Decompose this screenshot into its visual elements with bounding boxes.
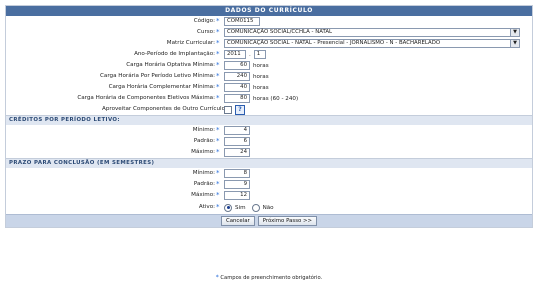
required-star-icon: * <box>216 17 220 25</box>
row-aproveitar: Aproveitar Componentes de Outro Currícul… <box>6 104 532 115</box>
unit-label: horas (60 - 240) <box>253 95 299 102</box>
row-ch-eletivos: Carga Horária de Componentes Eletivos Má… <box>6 93 532 104</box>
prazo-maximo-input[interactable]: 12 <box>224 191 250 200</box>
section-creditos-title: Créditos Por Período Letivo: <box>9 117 120 123</box>
row-ch-periodo: Carga Horária Por Período Letivo Mínima:… <box>6 71 532 82</box>
chevron-down-icon[interactable]: ▼ <box>510 29 519 36</box>
label-ch-complementar: Carga Horária Complementar Mínima: <box>108 84 215 90</box>
row-creditos-maximo: Máximo: * 24 <box>6 147 532 158</box>
row-matriz: Matriz Curricular: * COMUNICAÇÃO SOCIAL … <box>6 38 532 49</box>
label-matriz: Matriz Curricular: <box>166 40 215 46</box>
row-ch-optativa: Carga Horária Optativa Mínima: * 60 horas <box>6 60 532 71</box>
label-ch-eletivos: Carga Horária de Componentes Eletivos Má… <box>77 95 215 101</box>
section-prazo-title: Prazo Para Conclusão (em semestres) <box>9 160 155 166</box>
codigo-input[interactable]: COM0115 <box>224 17 260 26</box>
unit-label: horas <box>253 73 269 80</box>
required-star-icon: * <box>216 180 220 188</box>
row-codigo: Código: * COM0115 <box>6 16 532 27</box>
next-step-button[interactable]: Próximo Passo >> <box>257 216 318 226</box>
required-note-text: Campos de preenchimento obrigatório. <box>220 275 323 281</box>
help-icon[interactable]: ? <box>235 104 245 115</box>
required-star-icon: * <box>216 126 220 134</box>
matriz-value: COMUNICAÇÃO SOCIAL - NATAL - Presencial … <box>227 40 441 46</box>
ch-eletivos-input[interactable]: 80 <box>224 94 250 103</box>
ativo-nao-label: Não <box>262 204 274 211</box>
row-ativo: Ativo: * Sim Não <box>6 201 532 214</box>
ch-complementar-input[interactable]: 40 <box>224 83 250 92</box>
prazo-padrao-input[interactable]: 9 <box>224 180 250 189</box>
prazo-minimo-input[interactable]: 8 <box>224 169 250 178</box>
curso-select[interactable]: COMUNICAÇÃO SOCIAL/CCHLA - NATAL ▼ <box>224 28 520 37</box>
required-star-icon: * <box>216 83 220 91</box>
ativo-sim-radio[interactable] <box>224 203 232 212</box>
row-ch-complementar: Carga Horária Complementar Mínima: * 40 h… <box>6 82 532 93</box>
form-title: Dados do Currículo <box>6 6 532 16</box>
label-prazo-padrao: Padrão: <box>193 181 215 187</box>
required-star-icon: * <box>216 148 220 156</box>
periodo-input[interactable]: 1 <box>253 50 266 59</box>
unit-label: horas <box>253 62 269 69</box>
ano-periodo-separator: . <box>249 51 251 58</box>
label-ativo: Ativo: <box>198 204 215 210</box>
label-ch-periodo: Carga Horária Por Período Letivo Mínima: <box>100 73 215 79</box>
form-footer: Cancelar Próximo Passo >> <box>6 214 532 227</box>
label-creditos-maximo: Máximo: <box>191 149 215 155</box>
form-title-text: Dados do Currículo <box>225 7 313 14</box>
row-prazo-maximo: Máximo: * 12 <box>6 190 532 201</box>
ativo-sim-label: Sim <box>235 204 246 211</box>
label-creditos-padrao: Padrão: <box>193 138 215 144</box>
section-prazo: Prazo Para Conclusão (em semestres) <box>6 158 532 168</box>
row-prazo-minimo: Mínimo: * 8 <box>6 168 532 179</box>
creditos-maximo-input[interactable]: 24 <box>224 148 250 157</box>
required-note: * Campos de preenchimento obrigatório. <box>0 274 538 281</box>
row-curso: Curso: * COMUNICAÇÃO SOCIAL/CCHLA - NATA… <box>6 27 532 38</box>
ch-periodo-input[interactable]: 240 <box>224 72 250 81</box>
ano-input[interactable]: 2011 <box>224 50 246 59</box>
required-star-icon: * <box>216 72 220 80</box>
section-creditos: Créditos Por Período Letivo: <box>6 115 532 125</box>
label-curso: Curso: <box>197 29 215 35</box>
matriz-select[interactable]: COMUNICAÇÃO SOCIAL - NATAL - Presencial … <box>224 39 520 48</box>
required-star-icon: * <box>216 191 220 199</box>
required-star-icon: * <box>216 169 220 177</box>
aproveitar-checkbox[interactable] <box>224 105 232 114</box>
required-star-icon: * <box>216 50 220 58</box>
required-star-icon: * <box>216 39 220 47</box>
required-star-icon: * <box>215 274 219 281</box>
row-creditos-padrao: Padrão: * 6 <box>6 136 532 147</box>
label-ano-periodo: Ano-Período de Implantação: <box>134 51 215 57</box>
required-star-icon: * <box>216 94 220 102</box>
chevron-down-icon[interactable]: ▼ <box>510 40 519 47</box>
label-ch-optativa: Carga Horária Optativa Mínima: <box>126 62 215 68</box>
label-prazo-minimo: Mínimo: <box>192 170 215 176</box>
label-prazo-maximo: Máximo: <box>191 192 215 198</box>
ch-optativa-input[interactable]: 60 <box>224 61 250 70</box>
label-codigo: Código: <box>193 18 215 24</box>
required-star-icon: * <box>216 137 220 145</box>
creditos-minimo-input[interactable]: 4 <box>224 126 250 135</box>
row-ano-periodo: Ano-Período de Implantação: * 2011 . 1 <box>6 49 532 60</box>
row-creditos-minimo: Mínimo: * 4 <box>6 125 532 136</box>
row-prazo-padrao: Padrão: * 9 <box>6 179 532 190</box>
curso-value: COMUNICAÇÃO SOCIAL/CCHLA - NATAL <box>227 29 333 35</box>
ativo-nao-radio[interactable] <box>251 203 260 212</box>
required-star-icon: * <box>216 203 220 211</box>
label-aproveitar: Aproveitar Componentes de Outro Currícul… <box>102 106 225 112</box>
curriculum-form: Dados do Currículo Código: * COM0115 Cur… <box>5 5 533 228</box>
required-star-icon: * <box>216 28 220 36</box>
required-star-icon: * <box>216 61 220 69</box>
cancel-button[interactable]: Cancelar <box>220 216 255 226</box>
unit-label: horas <box>253 84 269 91</box>
creditos-padrao-input[interactable]: 6 <box>224 137 250 146</box>
label-creditos-minimo: Mínimo: <box>192 127 215 133</box>
